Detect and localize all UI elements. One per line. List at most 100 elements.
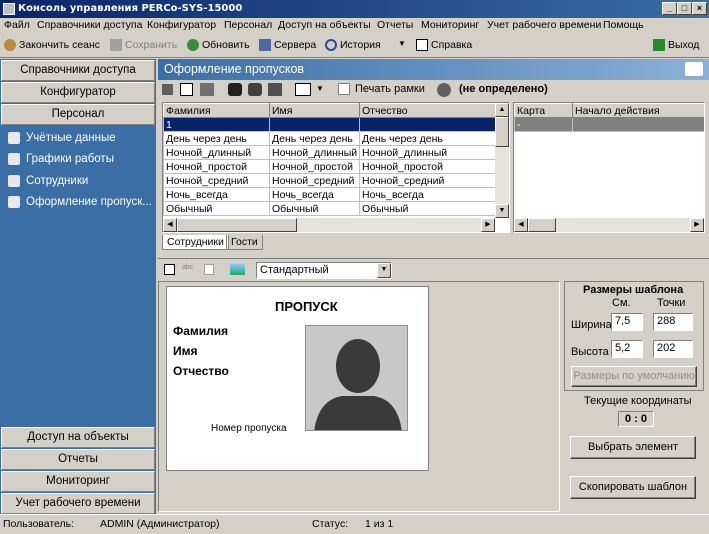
refresh-button[interactable]: Обновить [187,39,250,51]
copy-template-button[interactable]: Скопировать шаблон [570,476,696,499]
print-icon[interactable] [200,83,214,96]
nav-item-pass-design[interactable]: Оформление пропуск... [8,196,152,208]
nav-monitoring[interactable]: Мониторинг [1,471,155,492]
table-row[interactable]: Ночной_длинный Ночной_длинный Ночной_дли… [163,145,498,160]
scroll-down-icon[interactable]: ▼ [495,204,509,218]
table-row[interactable]: Обычный Обычный Обычный [163,201,498,216]
height-points-input[interactable]: 202 [653,340,693,358]
menu-time-tracking[interactable]: Учет рабочего времени [487,19,601,31]
history-dropdown-button[interactable]: ▼ [398,39,406,48]
horizontal-scrollbar[interactable]: ◀ ▶ [514,218,704,232]
user-label: Пользователь: [3,518,75,530]
vertical-scrollbar[interactable]: ▲ ▼ [495,103,509,218]
cell: День через день [359,131,498,146]
menu-object-access[interactable]: Доступ на объекты [278,19,371,31]
add-element-icon[interactable] [164,264,175,275]
text-element-icon[interactable]: abc [182,264,196,275]
pass-title[interactable]: ПРОПУСК [275,299,338,314]
help-button[interactable]: Справка [416,39,472,51]
horizontal-scrollbar[interactable]: ◀ ▶ [163,218,495,232]
person-icon[interactable] [437,83,451,97]
scroll-right-icon[interactable]: ▶ [690,218,704,232]
help-balloon-icon[interactable] [685,62,703,76]
column-header-start-date[interactable]: Начало действия [572,103,704,118]
menu-monitoring[interactable]: Мониторинг [421,19,479,31]
menu-file[interactable]: Файл [4,19,30,31]
menu-configurator[interactable]: Конфигуратор [147,19,216,31]
cell: Ночь_всегда [163,187,270,202]
nav-configurator[interactable]: Конфигуратор [1,82,155,103]
print-frames-checkbox[interactable] [338,83,350,95]
servers-button[interactable]: Сервера [259,39,316,51]
nav-time-tracking[interactable]: Учет рабочего времени [1,493,155,514]
table-row[interactable]: День через день День через день День чер… [163,131,498,146]
column-header-name[interactable]: Имя [269,103,360,118]
table-row[interactable]: Ночь_всегда Ночь_всегда Ночь_всегда [163,187,498,202]
nav-personnel[interactable]: Персонал [1,104,155,125]
tab-guests[interactable]: Гости [226,235,263,250]
search-icon [325,39,337,51]
table-row[interactable]: Ночной_средний Ночной_средний Ночной_сре… [163,173,498,188]
table-row[interactable]: 1 [163,117,498,132]
chevron-down-icon[interactable]: ▼ [316,84,324,93]
end-session-button[interactable]: Закончить сеанс [4,39,100,51]
scroll-thumb[interactable] [177,218,297,232]
minimize-button[interactable]: _ [662,2,677,15]
scroll-left-icon[interactable]: ◀ [514,218,528,232]
nav-reports[interactable]: Отчеты [1,449,155,470]
default-sizes-button[interactable]: Размеры по умолчанию [571,366,697,387]
find-next-icon[interactable] [248,83,262,96]
columns-icon[interactable] [295,83,311,96]
menu-personnel[interactable]: Персонал [224,19,272,31]
photo-placeholder[interactable] [305,325,408,431]
history-button[interactable]: История [325,39,381,51]
save-label: Сохранить [125,39,178,51]
save-button[interactable]: Сохранить [110,39,177,51]
person-silhouette-icon [314,339,402,430]
maximize-button[interactable]: □ [677,2,692,15]
menu-access-refs[interactable]: Справочники доступа [37,19,142,31]
image-icon[interactable] [230,264,245,275]
tab-employees[interactable]: Сотрудники [162,235,229,250]
cell: Обычный [163,201,270,216]
pass-surname-field[interactable]: Фамилия [173,324,228,338]
nav-item-credentials[interactable]: Учётные данные [8,132,116,144]
nav-item-schedules[interactable]: Графики работы [8,153,114,165]
scroll-thumb[interactable] [495,117,509,147]
status-value: 1 из 1 [365,518,394,530]
nav-object-access[interactable]: Доступ на объекты [1,427,155,448]
nav-access-refs[interactable]: Справочники доступа [1,60,155,81]
column-header-patronymic[interactable]: Отчество [359,103,498,118]
table-row[interactable]: - [514,117,704,132]
menu-reports[interactable]: Отчеты [377,19,413,31]
select-element-button[interactable]: Выбрать элемент [570,436,696,459]
edit-icon[interactable] [268,83,282,96]
column-header-card[interactable]: Карта [514,103,573,118]
menu-help[interactable]: Помощь [603,19,644,31]
pass-number-field[interactable]: Номер пропуска [211,423,287,434]
scroll-thumb[interactable] [528,218,556,232]
table-row[interactable]: Ночной_простой Ночной_простой Ночной_про… [163,159,498,174]
height-cm-input[interactable]: 5,2 [611,340,643,358]
column-header-surname[interactable]: Фамилия [163,103,270,118]
left-navigation: Справочники доступа Конфигуратор Персона… [0,59,156,514]
chevron-down-icon[interactable]: ▼ [377,263,391,278]
width-points-input[interactable]: 288 [653,313,693,331]
pass-card[interactable]: ПРОПУСК Фамилия Имя Отчество Номер пропу… [166,286,429,471]
scroll-left-icon[interactable]: ◀ [163,218,177,232]
nav-item-employees[interactable]: Сотрудники [8,175,88,187]
pass-name-field[interactable]: Имя [173,344,198,358]
exit-button[interactable]: Выход [653,39,699,51]
stop-icon[interactable] [162,84,173,95]
width-cm-input[interactable]: 7,5 [611,313,643,331]
grid-icon[interactable] [180,83,193,96]
chevron-down-icon: ▼ [398,39,406,48]
cell: Ночной_длинный [163,145,270,160]
scroll-right-icon[interactable]: ▶ [481,218,495,232]
template-select[interactable]: Стандартный ▼ [256,262,392,279]
binoculars-icon[interactable] [228,83,242,96]
scroll-up-icon[interactable]: ▲ [495,103,509,117]
page-icon[interactable] [204,264,214,275]
pass-patronymic-field[interactable]: Отчество [173,364,229,378]
close-button[interactable]: × [692,2,707,15]
